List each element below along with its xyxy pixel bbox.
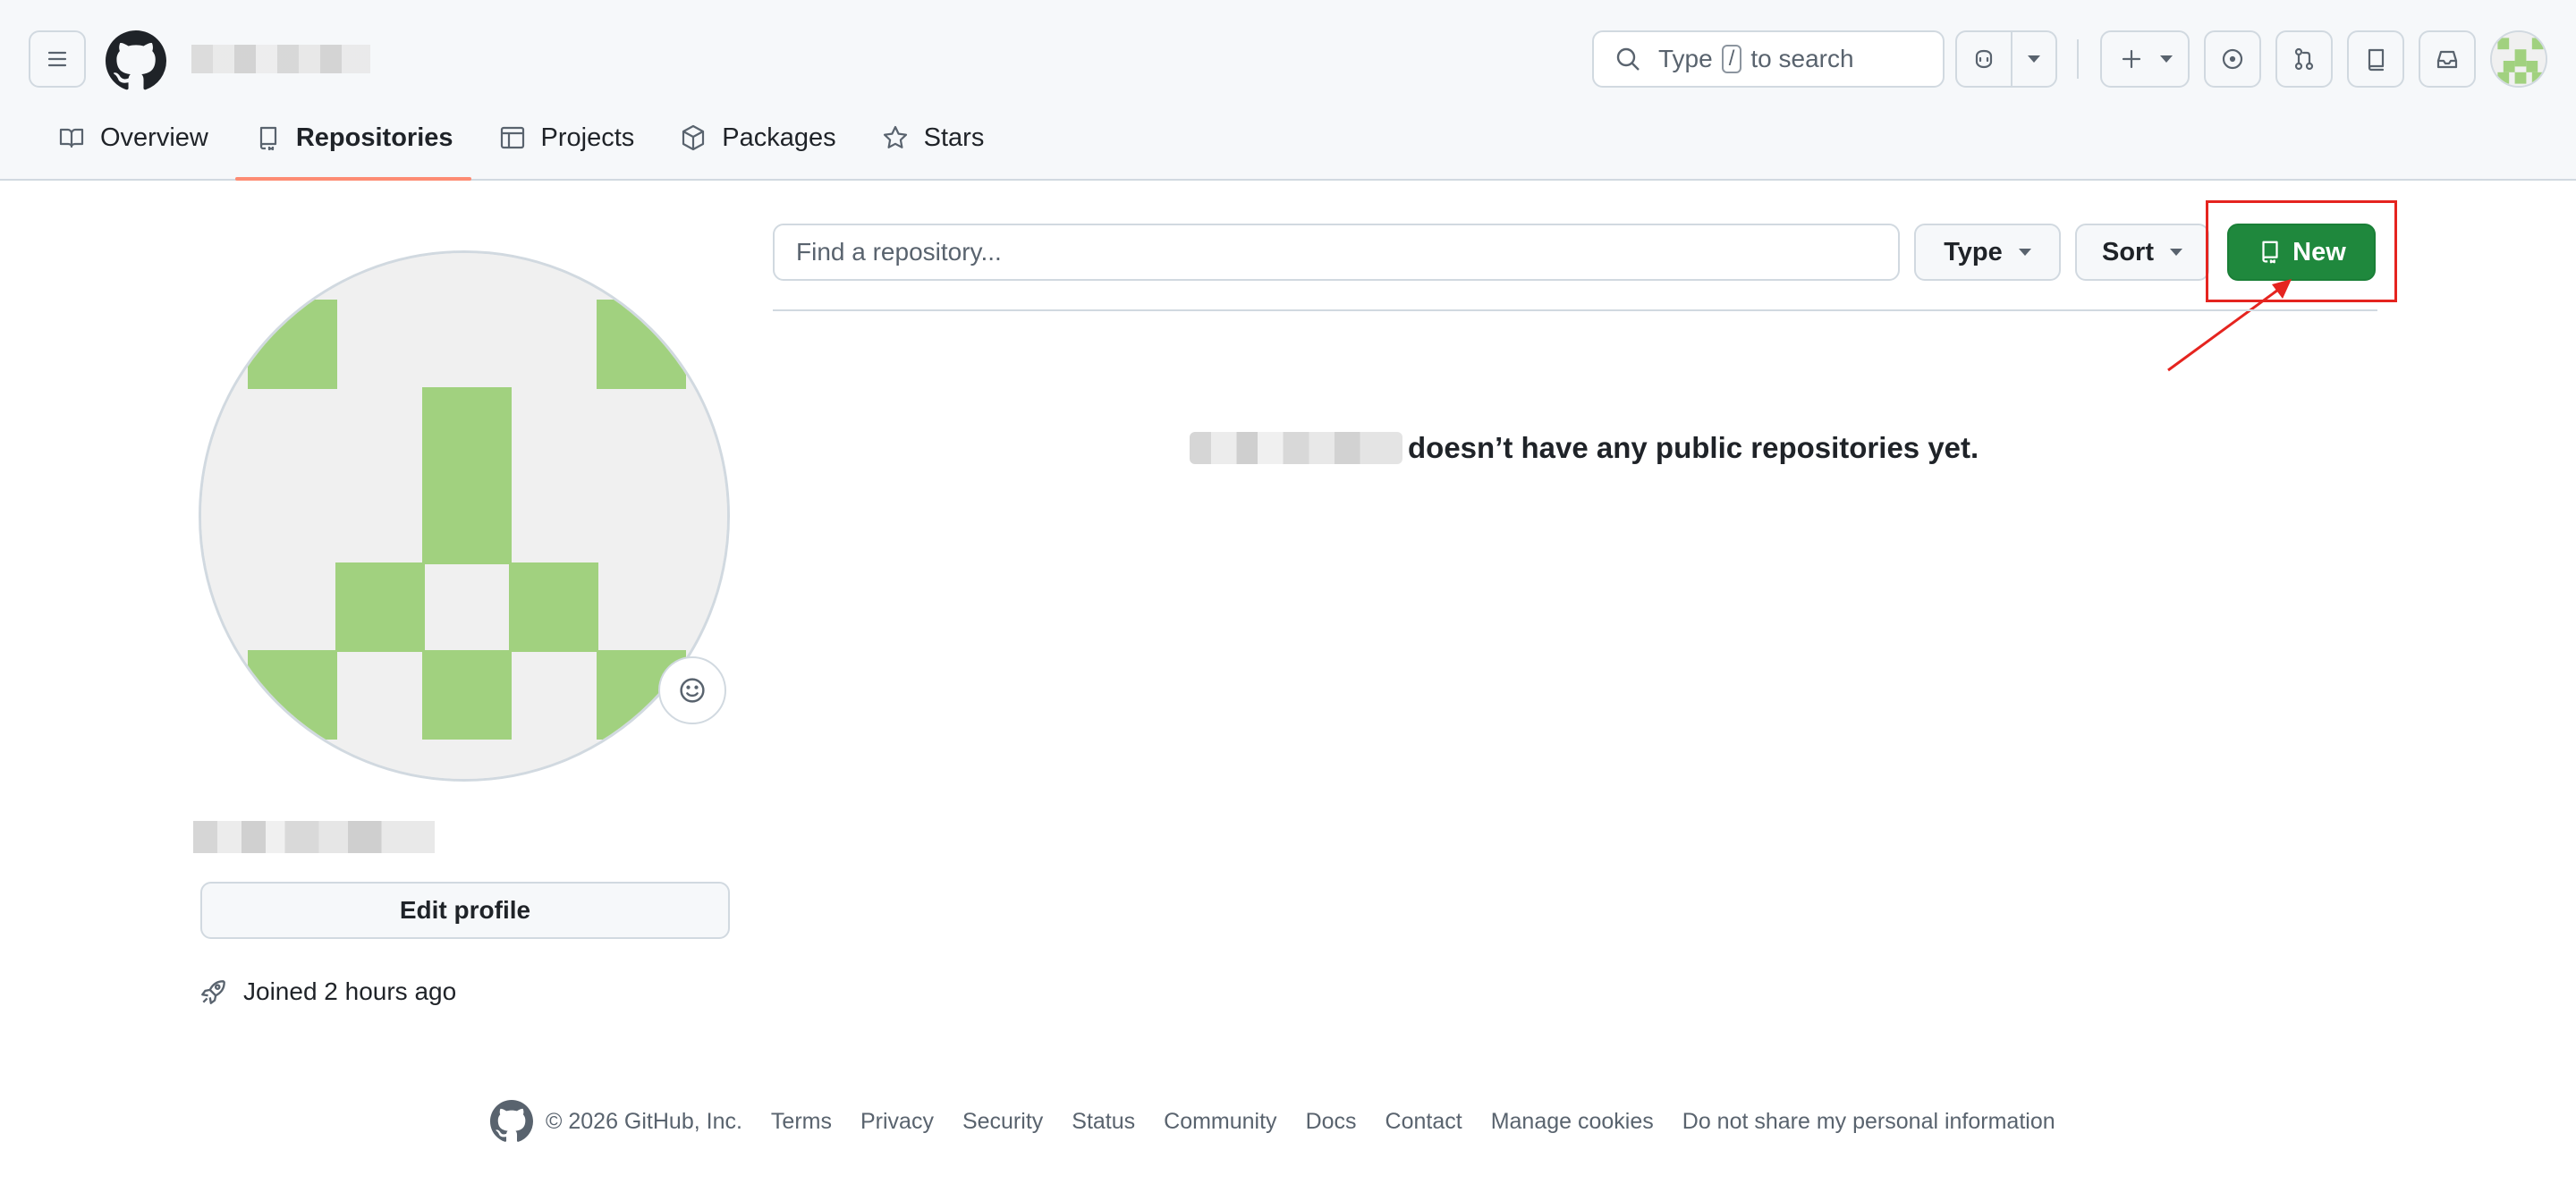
tab-stars[interactable]: Stars bbox=[863, 109, 1003, 166]
footer-link-terms[interactable]: Terms bbox=[771, 1109, 832, 1135]
footer-link-contact[interactable]: Contact bbox=[1385, 1109, 1462, 1135]
username-redacted bbox=[1190, 432, 1402, 464]
tab-label: Repositories bbox=[295, 123, 453, 152]
identicon-avatar bbox=[2492, 32, 2546, 86]
rocket-icon bbox=[201, 980, 225, 1004]
display-name-redacted bbox=[193, 821, 435, 853]
profile-tabs: Overview Repositories Projects Packages … bbox=[39, 109, 1011, 181]
book-icon bbox=[59, 128, 84, 148]
tab-label: Overview bbox=[100, 123, 208, 152]
type-filter-label: Type bbox=[1944, 237, 2003, 266]
footer-link-privacy[interactable]: Privacy bbox=[860, 1109, 934, 1135]
hamburger-icon bbox=[47, 51, 67, 67]
copilot-icon bbox=[1975, 49, 1993, 69]
tab-label: Packages bbox=[722, 123, 836, 152]
copilot-menu-button[interactable] bbox=[2011, 30, 2057, 88]
tab-label: Projects bbox=[540, 123, 635, 152]
tab-label: Stars bbox=[923, 123, 985, 152]
search-suffix: to search bbox=[1750, 45, 1854, 72]
footer-link-docs[interactable]: Docs bbox=[1306, 1109, 1357, 1135]
chevron-down-icon bbox=[2170, 249, 2182, 256]
repo-list-divider bbox=[773, 309, 2377, 311]
tab-packages[interactable]: Packages bbox=[661, 109, 853, 166]
set-status-button[interactable] bbox=[658, 656, 726, 724]
repo-icon bbox=[259, 126, 276, 151]
empty-repositories-message: doesn’t have any public repositories yet… bbox=[1190, 427, 1979, 469]
chevron-down-icon bbox=[2028, 55, 2040, 63]
github-logo-icon[interactable] bbox=[106, 30, 166, 91]
chevron-down-icon bbox=[2018, 249, 2031, 256]
repo-icon bbox=[2368, 48, 2385, 72]
sort-button[interactable]: Sort bbox=[2075, 224, 2209, 281]
footer-link-security[interactable]: Security bbox=[962, 1109, 1043, 1135]
pull-requests-button[interactable] bbox=[2275, 30, 2333, 88]
sort-label: Sort bbox=[2102, 237, 2154, 266]
inbox-icon bbox=[2436, 50, 2458, 69]
create-new-button[interactable] bbox=[2100, 30, 2190, 88]
footer-link-status[interactable]: Status bbox=[1072, 1109, 1135, 1135]
tab-overview[interactable]: Overview bbox=[39, 109, 226, 166]
table-icon bbox=[500, 126, 524, 149]
repo-icon bbox=[2262, 241, 2278, 264]
package-icon bbox=[682, 124, 705, 151]
tab-repositories[interactable]: Repositories bbox=[234, 109, 471, 181]
site-footer: © 2026 GitHub, Inc. Terms Privacy Securi… bbox=[490, 1096, 2055, 1146]
issues-button[interactable] bbox=[2204, 30, 2261, 88]
repositories-button[interactable] bbox=[2347, 30, 2404, 88]
tab-projects[interactable]: Projects bbox=[480, 109, 653, 166]
username-redacted[interactable] bbox=[191, 45, 370, 73]
chevron-down-icon bbox=[2160, 55, 2173, 63]
footer-link-manage-cookies[interactable]: Manage cookies bbox=[1491, 1109, 1654, 1135]
type-filter-button[interactable]: Type bbox=[1914, 224, 2061, 281]
pull-requests-icon bbox=[2294, 47, 2314, 71]
joined-text: Joined 2 hours ago bbox=[243, 977, 457, 1005]
issues-icon bbox=[2222, 48, 2243, 70]
edit-profile-button[interactable]: Edit profile bbox=[200, 882, 730, 939]
annotation-arrow-icon bbox=[2167, 279, 2292, 372]
search-prefix: Type bbox=[1658, 45, 1713, 72]
global-header: Type / to search Overview Repositories P… bbox=[0, 0, 2576, 181]
find-repository-input[interactable] bbox=[773, 224, 1900, 281]
plus-icon bbox=[2122, 49, 2141, 69]
search-shortcut-key: / bbox=[1721, 45, 1742, 73]
footer-link-do-not-share[interactable]: Do not share my personal information bbox=[1682, 1109, 2055, 1135]
footer-copyright: © 2026 GitHub, Inc. bbox=[546, 1108, 742, 1134]
menu-button[interactable] bbox=[29, 30, 86, 88]
star-icon bbox=[883, 125, 907, 148]
search-icon bbox=[1616, 47, 1640, 71]
joined-info: Joined 2 hours ago bbox=[199, 977, 456, 1007]
global-search-input[interactable]: Type / to search bbox=[1592, 30, 1945, 88]
copilot-button[interactable] bbox=[1955, 30, 2012, 88]
header-divider bbox=[2077, 39, 2079, 79]
new-button-label: New bbox=[2292, 237, 2346, 266]
empty-message-text: doesn’t have any public repositories yet… bbox=[1408, 431, 1979, 464]
profile-avatar[interactable] bbox=[199, 250, 730, 782]
identicon-avatar bbox=[201, 253, 727, 779]
new-repository-button[interactable]: New bbox=[2227, 224, 2376, 281]
inbox-button[interactable] bbox=[2419, 30, 2476, 88]
github-logo-icon[interactable] bbox=[490, 1100, 533, 1143]
footer-link-community[interactable]: Community bbox=[1164, 1109, 1276, 1135]
smiley-icon bbox=[680, 678, 705, 703]
user-avatar-button[interactable] bbox=[2490, 30, 2547, 88]
